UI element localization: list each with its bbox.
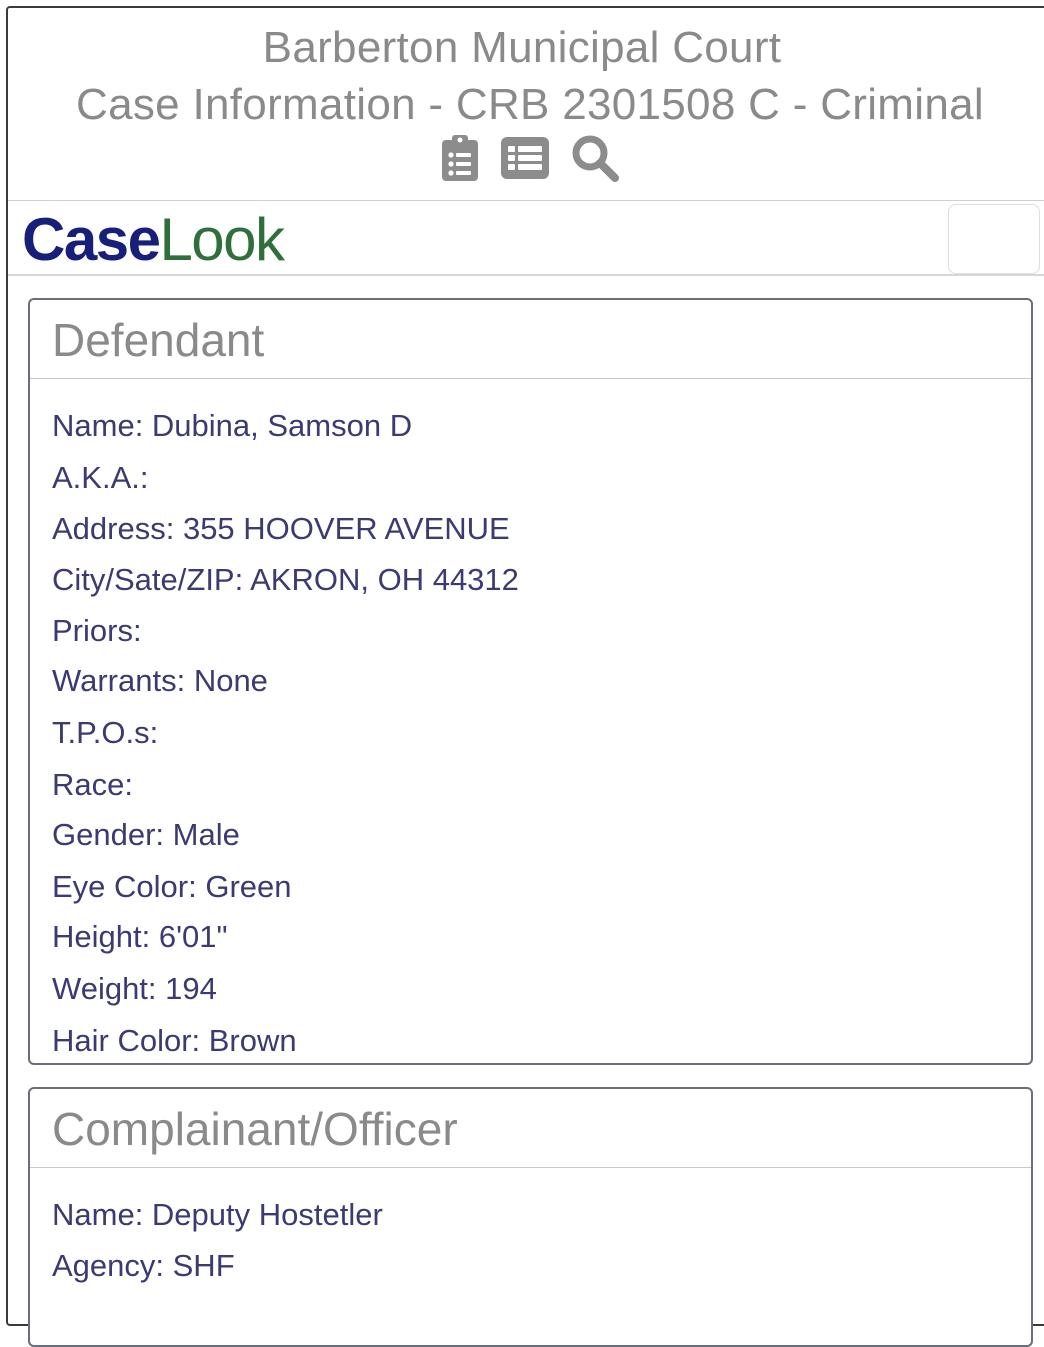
defendant-gender: Gender: Male — [52, 817, 240, 852]
case-title: Case Information - CRB 2301508 C - Crimi… — [76, 80, 984, 129]
defendant-city-state-zip: City/Sate/ZIP: AKRON, OH 44312 — [52, 562, 519, 597]
complainant-agency: Agency: SHF — [52, 1248, 235, 1283]
defendant-eye-color: Eye Color: Green — [52, 869, 292, 904]
caselook-logo[interactable]: CaseLook — [22, 206, 285, 274]
defendant-priors: Priors: — [52, 613, 142, 648]
defendant-card: Defendant Name: Dubina, Samson D A.K.A.:… — [28, 298, 1033, 1065]
clipboard-list-icon[interactable] — [441, 134, 479, 187]
defendant-aka: A.K.A.: — [52, 460, 149, 495]
defendant-address: Address: 355 HOOVER AVENUE — [52, 511, 510, 546]
search-icon[interactable] — [571, 134, 619, 187]
logo-case-text: Case — [22, 206, 161, 273]
list-icon[interactable] — [501, 136, 549, 184]
navbar: CaseLook — [8, 201, 1044, 276]
defendant-name: Name: Dubina, Samson D — [52, 408, 413, 443]
complainant-card: Complainant/Officer Name: Deputy Hostetl… — [28, 1087, 1033, 1347]
defendant-card-header: Defendant — [30, 300, 1031, 379]
header-icon-bar — [0, 134, 1044, 186]
complainant-name: Name: Deputy Hostetler — [52, 1197, 383, 1232]
defendant-weight: Weight: 194 — [52, 971, 217, 1006]
navbar-toggle-button[interactable] — [948, 204, 1040, 274]
court-name: Barberton Municipal Court — [262, 23, 782, 72]
defendant-hair-color: Hair Color: Brown — [52, 1023, 297, 1058]
defendant-race: Race: — [52, 767, 133, 802]
defendant-tpos: T.P.O.s: — [52, 715, 159, 750]
defendant-height: Height: 6'01" — [52, 919, 228, 954]
defendant-title: Defendant — [52, 314, 265, 366]
defendant-warrants: Warrants: None — [52, 663, 268, 698]
logo-look-text: Look — [159, 206, 285, 273]
complainant-title: Complainant/Officer — [52, 1103, 458, 1155]
complainant-card-header: Complainant/Officer — [30, 1089, 1031, 1168]
